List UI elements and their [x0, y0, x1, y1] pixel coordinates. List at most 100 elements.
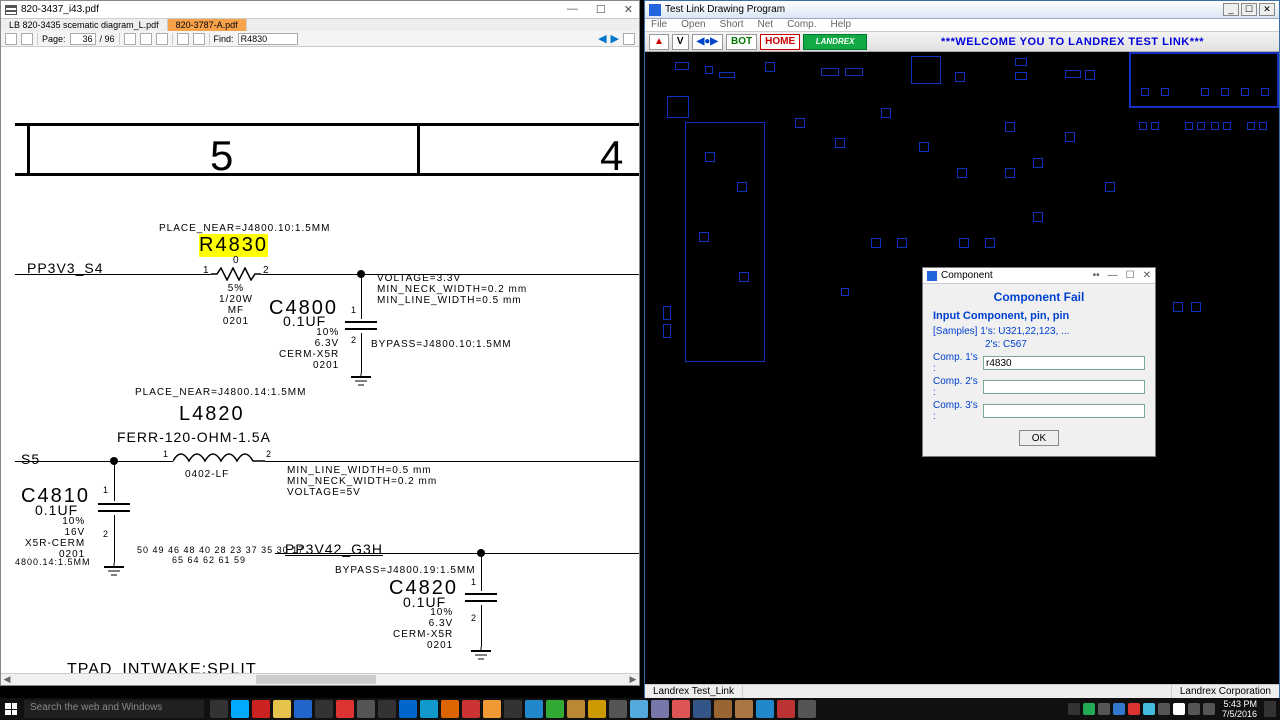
- tray-icon[interactable]: [1068, 703, 1080, 715]
- r-midpin: 0: [233, 255, 240, 266]
- tray-icon[interactable]: [1083, 703, 1095, 715]
- zoom-out-icon[interactable]: [177, 33, 189, 45]
- save-icon[interactable]: [5, 33, 17, 45]
- v-button[interactable]: V: [672, 34, 689, 50]
- filezilla-icon[interactable]: [252, 700, 270, 718]
- app-icon-21[interactable]: [756, 700, 774, 718]
- app-icon-1[interactable]: [336, 700, 354, 718]
- page-input[interactable]: [70, 33, 96, 45]
- comp2-input[interactable]: [983, 380, 1145, 394]
- taskbar: Search the web and Windows: [0, 698, 1280, 720]
- clock[interactable]: 5:43 PM7/5/2016: [1218, 699, 1261, 719]
- net-tpad: TPAD_INTWAKE:SPLIT: [67, 661, 257, 673]
- close-icon[interactable]: ✕: [1259, 3, 1275, 16]
- app-icon-10[interactable]: [525, 700, 543, 718]
- testlink-titlebar[interactable]: Test Link Drawing Program _ ☐ ✕: [645, 1, 1279, 19]
- find-prev-icon[interactable]: ◀: [598, 32, 606, 45]
- app-icon-7[interactable]: [462, 700, 480, 718]
- tray-icon[interactable]: [1113, 703, 1125, 715]
- tray-icon[interactable]: [1098, 703, 1110, 715]
- menu-short[interactable]: Short: [720, 19, 744, 31]
- prev-page-icon[interactable]: [124, 33, 136, 45]
- arrow-up-icon[interactable]: ▲: [649, 34, 669, 50]
- app-icon-12[interactable]: [567, 700, 585, 718]
- scroll-right-icon[interactable]: ▶: [627, 674, 639, 686]
- fit-icon[interactable]: [156, 33, 168, 45]
- horizontal-scrollbar[interactable]: ◀ ▶: [1, 673, 639, 685]
- app-icon-18[interactable]: [693, 700, 711, 718]
- tray-icon[interactable]: [1128, 703, 1140, 715]
- dialog-min-icon[interactable]: ••: [1093, 270, 1100, 281]
- minimize-icon[interactable]: —: [567, 3, 578, 16]
- zoom-in-icon[interactable]: [193, 33, 205, 45]
- search-box[interactable]: Search the web and Windows: [24, 700, 204, 718]
- app-icon-15[interactable]: [630, 700, 648, 718]
- comp3-input[interactable]: [983, 404, 1145, 418]
- app-icon-22[interactable]: [777, 700, 795, 718]
- app-icon-14[interactable]: [609, 700, 627, 718]
- comp1-input[interactable]: [983, 356, 1145, 370]
- close-icon[interactable]: ✕: [624, 3, 633, 16]
- pdf-tab[interactable]: LB 820-3435 scematic diagram_L.pdf: [1, 19, 168, 31]
- menu-open[interactable]: Open: [681, 19, 705, 31]
- network-icon[interactable]: [1188, 703, 1200, 715]
- app-icon-13[interactable]: [588, 700, 606, 718]
- app-icon-11[interactable]: [546, 700, 564, 718]
- menu-help[interactable]: Help: [831, 19, 852, 31]
- edge-icon[interactable]: [231, 700, 249, 718]
- tray-icon[interactable]: [1158, 703, 1170, 715]
- dialog-icon: [927, 271, 937, 281]
- dialog-close-icon[interactable]: ✕: [1143, 270, 1151, 281]
- nav-arrows-icon[interactable]: ◀●▶: [692, 34, 723, 50]
- start-button[interactable]: [0, 698, 22, 720]
- app-icon-5[interactable]: [420, 700, 438, 718]
- find-next-icon[interactable]: ▶: [611, 32, 619, 45]
- app-icon-4[interactable]: [399, 700, 417, 718]
- scrollbar-thumb[interactable]: [256, 675, 376, 684]
- tray-icon[interactable]: [1143, 703, 1155, 715]
- app-icon-9[interactable]: [504, 700, 522, 718]
- app-icon-3[interactable]: [378, 700, 396, 718]
- menu-net[interactable]: Net: [758, 19, 774, 31]
- next-page-icon[interactable]: [140, 33, 152, 45]
- taskview-icon[interactable]: [210, 700, 228, 718]
- scroll-left-icon[interactable]: ◀: [1, 674, 13, 686]
- app-icon-8[interactable]: [483, 700, 501, 718]
- app-icon-2[interactable]: [357, 700, 375, 718]
- menu-comp[interactable]: Comp.: [787, 19, 816, 31]
- testlink-title: Test Link Drawing Program: [665, 4, 785, 15]
- explorer-icon[interactable]: [273, 700, 291, 718]
- home-button[interactable]: HOME: [760, 34, 800, 50]
- app-icon-6[interactable]: [441, 700, 459, 718]
- schematic-canvas[interactable]: 5 4 PLACE_NEAR=J4800.10:1.5MM R4830 0 1 …: [15, 47, 639, 673]
- welcome-marquee: ***WELCOME YOU TO LANDREX TEST LINK***: [870, 36, 1275, 48]
- tray-icon[interactable]: [1173, 703, 1185, 715]
- pdf-tab-active[interactable]: 820-3787-A.pdf: [168, 19, 247, 31]
- hamburger-icon[interactable]: [5, 5, 17, 15]
- dialog-sub: Input Component, pin, pin: [933, 310, 1145, 322]
- app-icon-23[interactable]: [798, 700, 816, 718]
- dialog-min-icon[interactable]: —: [1108, 270, 1118, 281]
- store-icon[interactable]: [294, 700, 312, 718]
- gnd-icon-2: [104, 563, 124, 579]
- bot-button[interactable]: BOT: [726, 34, 757, 50]
- clock-icon[interactable]: [315, 700, 333, 718]
- dialog-max-icon[interactable]: ☐: [1126, 270, 1135, 281]
- volume-icon[interactable]: [1203, 703, 1215, 715]
- dialog-titlebar[interactable]: Component •• — ☐ ✕: [923, 268, 1155, 284]
- ok-button[interactable]: OK: [1019, 430, 1059, 446]
- app-icon-17[interactable]: [672, 700, 690, 718]
- menu-file[interactable]: File: [651, 19, 667, 31]
- find-options-icon[interactable]: [623, 33, 635, 45]
- minimize-icon[interactable]: _: [1223, 3, 1239, 16]
- maximize-icon[interactable]: ☐: [596, 3, 606, 16]
- maximize-icon[interactable]: ☐: [1241, 3, 1257, 16]
- app-icon-19[interactable]: [714, 700, 732, 718]
- app-icon-20[interactable]: [735, 700, 753, 718]
- app-icon-16[interactable]: [651, 700, 669, 718]
- notifications-icon[interactable]: [1264, 701, 1276, 717]
- find-input[interactable]: [238, 33, 298, 45]
- c4820-specs: 10% 6.3V CERM-X5R 0201: [393, 607, 453, 651]
- pdf-titlebar[interactable]: 820-3437_i43.pdf — ☐ ✕: [1, 1, 639, 19]
- print-icon[interactable]: [21, 33, 33, 45]
